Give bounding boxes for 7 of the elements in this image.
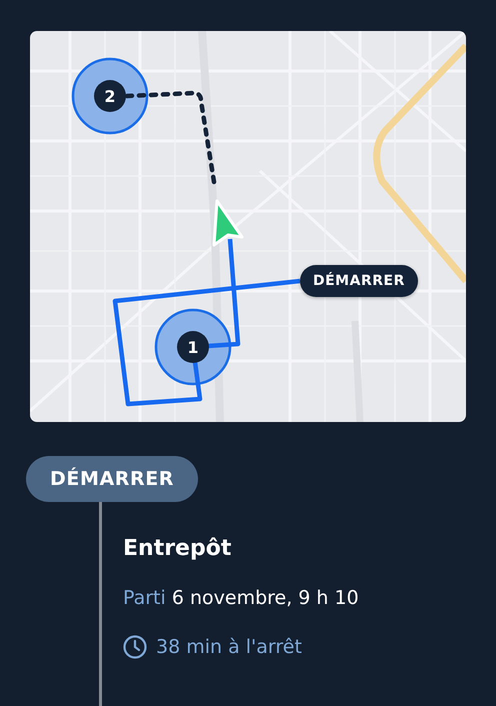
clock-icon (123, 635, 147, 659)
start-badge: DÉMARRER (26, 456, 198, 502)
stop-duration: 38 min à l'arrêt (156, 636, 302, 658)
stop-name: Entrepôt (123, 536, 232, 561)
departure-time: Parti 6 novembre, 9 h 10 (123, 587, 360, 609)
navigation-arrow-icon (212, 200, 244, 246)
start-label: DÉMARRER (300, 265, 418, 297)
